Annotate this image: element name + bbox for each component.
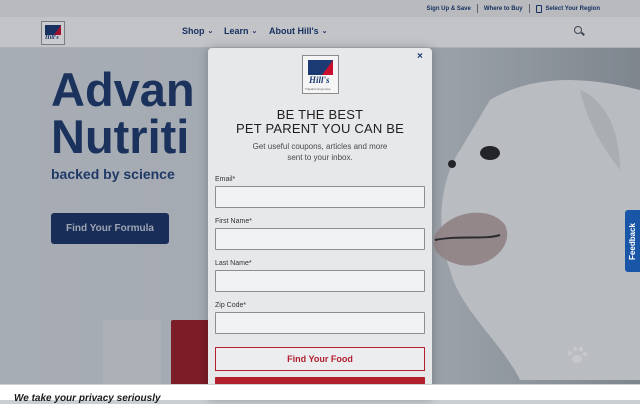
privacy-text: We take your privacy seriously — [14, 393, 161, 404]
feedback-label: Feedback — [628, 222, 637, 260]
email-label: Email* — [215, 176, 236, 183]
email-field[interactable] — [215, 186, 425, 208]
modal-logo-text: Hill's — [309, 75, 330, 85]
close-icon[interactable]: × — [417, 51, 423, 62]
first-name-label: First Name* — [215, 218, 252, 225]
modal-description: Get useful coupons, articles and more se… — [252, 142, 388, 162]
feedback-tab[interactable]: Feedback — [625, 210, 640, 272]
first-name-field[interactable] — [215, 228, 425, 250]
modal-hills-logo: Hill's Transforming Lives — [302, 55, 339, 94]
zip-code-label: Zip Code* — [215, 302, 247, 309]
last-name-field[interactable] — [215, 270, 425, 292]
signup-modal: × Hill's Transforming Lives BE THE BEST … — [208, 48, 432, 400]
modal-title: BE THE BEST PET PARENT YOU CAN BE — [236, 107, 404, 136]
logo-tagline: Transforming Lives — [305, 87, 331, 91]
privacy-banner: We take your privacy seriously — [0, 384, 640, 404]
last-name-label: Last Name* — [215, 260, 252, 267]
find-food-button[interactable]: Find Your Food — [215, 347, 425, 371]
zip-code-field[interactable] — [215, 312, 425, 334]
